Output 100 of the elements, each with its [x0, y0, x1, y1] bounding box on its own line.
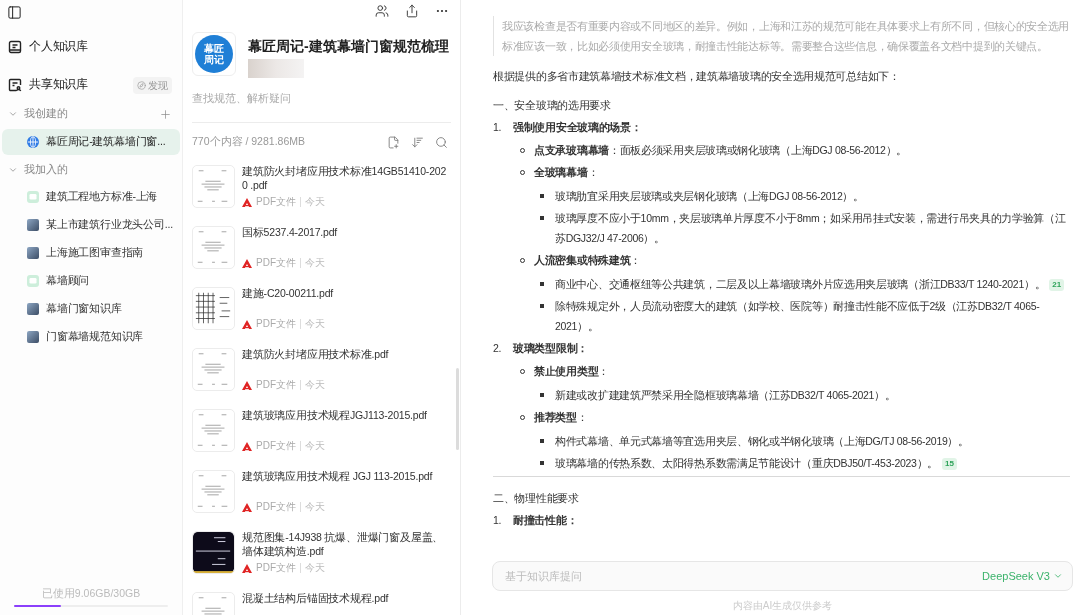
group-header[interactable]: 我创建的	[8, 106, 68, 122]
file-name: 建筑防火封堵应用技术标准.pdf	[242, 347, 390, 361]
list-item-title: 强制使用安全玻璃的场景：	[513, 120, 642, 135]
file-date: 今天	[305, 440, 325, 452]
sort-icon[interactable]	[411, 135, 424, 149]
square-bullet-icon	[540, 216, 544, 220]
square-bullet-icon	[540, 194, 544, 198]
group-header[interactable]: 我加入的	[8, 162, 68, 178]
pdf-icon	[242, 502, 252, 512]
document-thumbnail-drawing	[192, 226, 235, 269]
square-bullet-icon	[540, 304, 544, 308]
chat-bubble-icon	[27, 275, 39, 287]
file-type: PDF文件	[256, 318, 296, 330]
list-item-text: 推荐类型：	[534, 410, 588, 425]
redacted-name-block	[248, 59, 304, 78]
pdf-icon	[242, 197, 252, 207]
drawing-thumbnail-drawing	[192, 287, 235, 330]
sidebar-item[interactable]: 幕匠周记-建筑幕墙门窗...	[2, 129, 180, 155]
sidebar-toggle-icon[interactable]	[7, 5, 22, 20]
image-placeholder-icon	[27, 247, 39, 259]
sidebar-item[interactable]: 建筑工程地方标准-上海	[2, 183, 180, 211]
file-name: 规范图集-14J938 抗爆、泄爆门窗及屋盖、墙体建筑构造.pdf	[242, 530, 445, 558]
file-date: 今天	[305, 196, 325, 208]
document-thumbnail-drawing	[192, 409, 235, 452]
file-date: 今天	[305, 562, 325, 574]
storage-usage-text: 已使用9.06GB/30GB	[40, 587, 142, 600]
sidebar-item[interactable]: 幕墙门窗知识库	[2, 295, 180, 323]
dark-cover-thumbnail-drawing	[192, 531, 235, 574]
list-item-text: 玻璃厚度不应小于10mm，夹层玻璃单片厚度不小于8mm；如采用吊挂式安装，需进行吊夹具的力学验算（江苏DGJ32/J 47-2006）。	[555, 212, 1066, 244]
list-item-title: 玻璃类型限制：	[513, 341, 588, 356]
list-item-text: 除特殊规定外，人员流动密度大的建筑（如学校、医院等）耐撞击性能不应低于2级（江苏DB32/T 4065-2021）。	[555, 300, 1040, 332]
file-name: 建筑防火封堵应用技术标准14GB51410-2020 .pdf	[242, 164, 448, 192]
pdf-icon	[242, 380, 252, 390]
knowledge-base-title: 幕匠周记-建筑幕墙门窗规范梳理	[248, 38, 449, 55]
list-number: 1.	[493, 120, 503, 135]
share-icon[interactable]	[405, 4, 419, 18]
list-item-text: 商业中心、交通枢纽等公共建筑，二层及以上幕墙玻璃外片应选用夹层玻璃（浙江DB33/T 1240-2021）。	[555, 278, 1046, 290]
members-icon[interactable]	[375, 4, 389, 18]
content-summary: 770个内容 / 9281.86MB	[192, 134, 305, 150]
square-bullet-icon	[540, 439, 544, 443]
file-list-item[interactable]: 规范图集-14J938 抗爆、泄爆门窗及屋盖、墙体建筑构造.pdf PDF文件 今天	[183, 531, 453, 592]
file-type: PDF文件	[256, 501, 296, 513]
nav-item[interactable]: 个人知识库	[8, 38, 88, 56]
book-icon	[8, 40, 22, 54]
section-heading: 二、物理性能要求	[493, 491, 580, 506]
file-date: 今天	[305, 257, 325, 269]
file-type: PDF文件	[256, 562, 296, 574]
pdf-icon	[242, 319, 252, 329]
section-heading: 一、安全玻璃的选用要求	[493, 98, 612, 113]
list-item-text: 构件式幕墙、单元式幕墙等宜选用夹层、钢化或半钢化玻璃（上海DG/TJ 08-56-2019）。	[555, 435, 969, 447]
sidebar-item[interactable]: 上海施工图审查指南	[2, 239, 180, 267]
file-list-item[interactable]: 混凝土结构后锚固技术规程.pdf	[183, 592, 453, 615]
file-name: 建筑玻璃应用技术规程 JGJ 113-2015.pdf	[242, 469, 434, 483]
answer-intro: 根据提供的多省市建筑幕墙技术标准文档，建筑幕墙玻璃的安全选用规范可总结如下：	[493, 69, 901, 84]
list-item-text: 点支承玻璃幕墙：面板必须采用夹层玻璃或钢化玻璃（上海DGJ 08-56-2012）。	[534, 143, 908, 158]
square-bullet-icon	[540, 461, 544, 465]
file-type: PDF文件	[256, 379, 296, 391]
file-date: 今天	[305, 501, 325, 513]
file-list-item[interactable]: 国标5237.4-2017.pdf PDF文件 今天	[183, 226, 453, 287]
logo-badge: 幕匠 周记	[195, 35, 233, 73]
file-list-item[interactable]: 建筑玻璃应用技术规程 JGJ 113-2015.pdf PDF文件 今天	[183, 470, 453, 531]
list-item-text: 禁止使用类型：	[534, 364, 609, 379]
list-item-text: 全玻璃幕墙：	[534, 165, 599, 180]
square-bullet-icon	[540, 393, 544, 397]
knowledge-base-description: 查找规范、解析疑问	[191, 92, 292, 105]
sidebar-item[interactable]: 幕墙顾问	[2, 267, 180, 295]
file-type: PDF文件	[256, 440, 296, 452]
compass-icon	[137, 80, 146, 90]
file-type: PDF文件	[256, 257, 296, 269]
pdf-icon	[242, 563, 252, 573]
image-placeholder-icon	[27, 219, 39, 231]
chat-bubble-icon	[27, 191, 39, 203]
document-thumbnail-drawing	[192, 165, 235, 208]
plus-icon[interactable]	[159, 107, 172, 121]
file-type: PDF文件	[256, 196, 296, 208]
chevron-down-icon	[1053, 571, 1063, 581]
search-icon[interactable]	[435, 135, 448, 149]
file-name: 建筑玻璃应用技术规程JGJ113-2015.pdf	[242, 408, 428, 422]
sidebar-item[interactable]: 门窗幕墙规范知识库	[2, 323, 180, 351]
file-date: 今天	[305, 379, 325, 391]
file-list-item[interactable]: 建筑玻璃应用技术规程JGJ113-2015.pdf PDF文件 今天	[183, 409, 453, 470]
file-add-icon[interactable]	[387, 135, 400, 149]
square-bullet-icon	[540, 282, 544, 286]
file-date: 今天	[305, 318, 325, 330]
image-placeholder-icon	[27, 331, 39, 343]
pdf-icon	[242, 258, 252, 268]
list-number: 1.	[493, 513, 503, 528]
sidebar-item[interactable]: 某上市建筑行业龙头公司...	[2, 211, 180, 239]
nav-item[interactable]: 共享知识库	[8, 76, 88, 94]
file-name: 国标5237.4-2017.pdf	[242, 225, 339, 239]
list-item-text: 玻璃肋宜采用夹层玻璃或夹层钢化玻璃（上海DGJ 08-56-2012）。	[555, 190, 864, 202]
globe-icon	[27, 136, 39, 148]
file-list-item[interactable]: 建施-C20-00211.pdf PDF文件 今天	[183, 287, 453, 348]
shared-book-icon	[8, 78, 22, 92]
document-thumbnail-drawing	[192, 348, 235, 391]
list-item-text: 人流密集或特殊建筑：	[534, 253, 641, 268]
document-thumbnail-drawing	[192, 470, 235, 513]
file-list-item[interactable]: 建筑防火封堵应用技术标准14GB51410-2020 .pdf PDF文件 今天	[183, 165, 453, 226]
file-list-item[interactable]: 建筑防火封堵应用技术标准.pdf PDF文件 今天	[183, 348, 453, 409]
file-name: 建施-C20-00211.pdf	[242, 286, 334, 300]
